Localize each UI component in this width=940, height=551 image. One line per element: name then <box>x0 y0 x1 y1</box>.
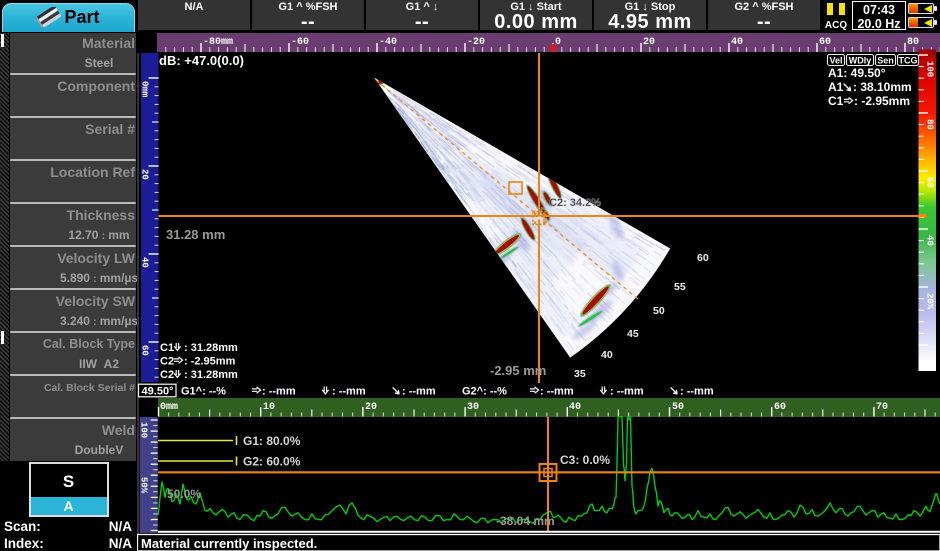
svg-text:Material currently inspected.: Material currently inspected. <box>141 536 317 551</box>
svg-text:80: 80 <box>907 37 919 48</box>
svg-text:TCG: TCG <box>899 56 918 66</box>
svg-text:50%: 50% <box>139 477 149 494</box>
svg-text:-20: -20 <box>467 37 485 48</box>
svg-text:C2: C2 <box>160 369 174 381</box>
svg-text:: -2.95mm: : -2.95mm <box>184 356 236 368</box>
svg-text:60: 60 <box>140 345 150 356</box>
svg-text:-40: -40 <box>379 37 397 48</box>
svg-text:40: 40 <box>140 257 150 268</box>
svg-text:20%: 20% <box>925 293 935 310</box>
svg-text:49.50°: 49.50° <box>142 386 174 398</box>
svg-text:G2^: --%: G2^: --% <box>462 386 507 398</box>
svg-text:80: 80 <box>925 119 935 130</box>
svg-text:dB: +47.0(0.0): dB: +47.0(0.0) <box>159 53 244 68</box>
svg-text:35: 35 <box>574 368 586 380</box>
svg-text:45: 45 <box>627 328 639 340</box>
svg-text:: 38.10mm: : 38.10mm <box>853 80 912 94</box>
svg-text:40: 40 <box>601 349 613 361</box>
svg-text:100: 100 <box>139 422 149 438</box>
svg-text:0mm: 0mm <box>140 81 150 98</box>
svg-text:60: 60 <box>774 402 786 413</box>
svg-text:: --mm: : --mm <box>680 386 714 398</box>
svg-text:50: 50 <box>672 402 684 413</box>
svg-text:-38.04 mm: -38.04 mm <box>496 514 555 528</box>
svg-text:G1: 80.0%: G1: 80.0% <box>243 434 301 448</box>
svg-text:20: 20 <box>140 169 150 180</box>
svg-text:: --mm: : --mm <box>262 386 296 398</box>
svg-text:40: 40 <box>925 235 935 246</box>
svg-text:50: 50 <box>653 305 665 317</box>
svg-text:40: 40 <box>731 37 743 48</box>
svg-text:Vel: Vel <box>829 56 842 66</box>
svg-text:C1: C1 <box>160 342 174 354</box>
svg-text:60: 60 <box>819 37 831 48</box>
svg-text:: --mm: : --mm <box>610 386 644 398</box>
svg-text:G1^: --%: G1^: --% <box>181 386 226 398</box>
svg-text:50.0%: 50.0% <box>167 487 201 501</box>
svg-text:: --mm: : --mm <box>332 386 366 398</box>
svg-text:WDly: WDly <box>849 56 872 66</box>
svg-text:Sen: Sen <box>877 56 894 66</box>
svg-text:70: 70 <box>876 402 888 413</box>
svg-text:-60: -60 <box>291 37 309 48</box>
svg-text:60: 60 <box>925 177 935 188</box>
svg-text:100: 100 <box>925 61 935 77</box>
svg-text:A1: A1 <box>828 80 844 94</box>
svg-text:20: 20 <box>365 402 377 413</box>
svg-text:0mm: 0mm <box>160 402 178 413</box>
svg-text:10: 10 <box>263 402 275 413</box>
svg-text:-80mm: -80mm <box>203 37 233 48</box>
svg-text:C1: C1 <box>828 94 844 108</box>
svg-text:: --mm: : --mm <box>540 386 574 398</box>
svg-text:A1: 49.50°: A1: 49.50° <box>828 66 886 80</box>
svg-text:C2: C2 <box>160 356 174 368</box>
svg-text:: -2.95mm: : -2.95mm <box>854 94 910 108</box>
svg-text:: --mm: : --mm <box>402 386 436 398</box>
svg-text:40: 40 <box>569 402 581 413</box>
svg-text:: 31.28mm: : 31.28mm <box>184 369 238 381</box>
svg-text:20: 20 <box>643 37 655 48</box>
svg-text:55: 55 <box>674 281 686 293</box>
svg-text:: 31.28mm: : 31.28mm <box>184 342 238 354</box>
svg-text:-2.95 mm: -2.95 mm <box>490 363 546 378</box>
svg-text:G2: 60.0%: G2: 60.0% <box>243 455 301 469</box>
svg-text:C2: 34.2%: C2: 34.2% <box>549 197 601 209</box>
svg-text:31.28 mm: 31.28 mm <box>166 227 225 242</box>
svg-text:30: 30 <box>467 402 479 413</box>
svg-text:C3: 0.0%: C3: 0.0% <box>560 453 610 467</box>
svg-text:60: 60 <box>697 252 709 264</box>
